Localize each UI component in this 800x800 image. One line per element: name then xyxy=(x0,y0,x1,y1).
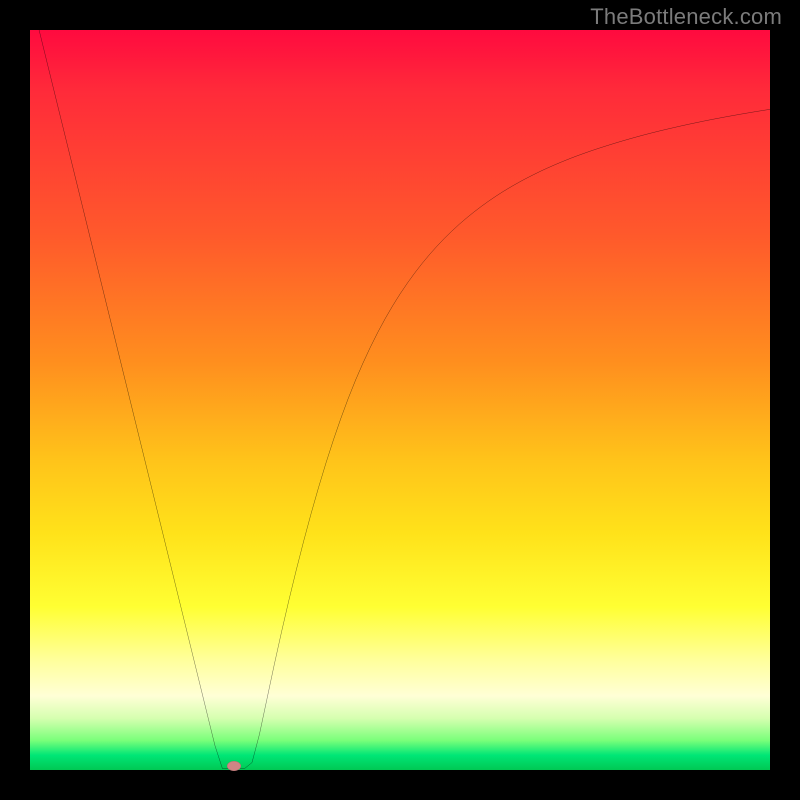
plot-area xyxy=(30,30,770,770)
minimum-marker xyxy=(227,761,241,771)
curve-svg xyxy=(30,30,770,770)
watermark-text: TheBottleneck.com xyxy=(590,4,782,30)
bottleneck-curve xyxy=(30,30,770,769)
chart-frame: TheBottleneck.com xyxy=(0,0,800,800)
